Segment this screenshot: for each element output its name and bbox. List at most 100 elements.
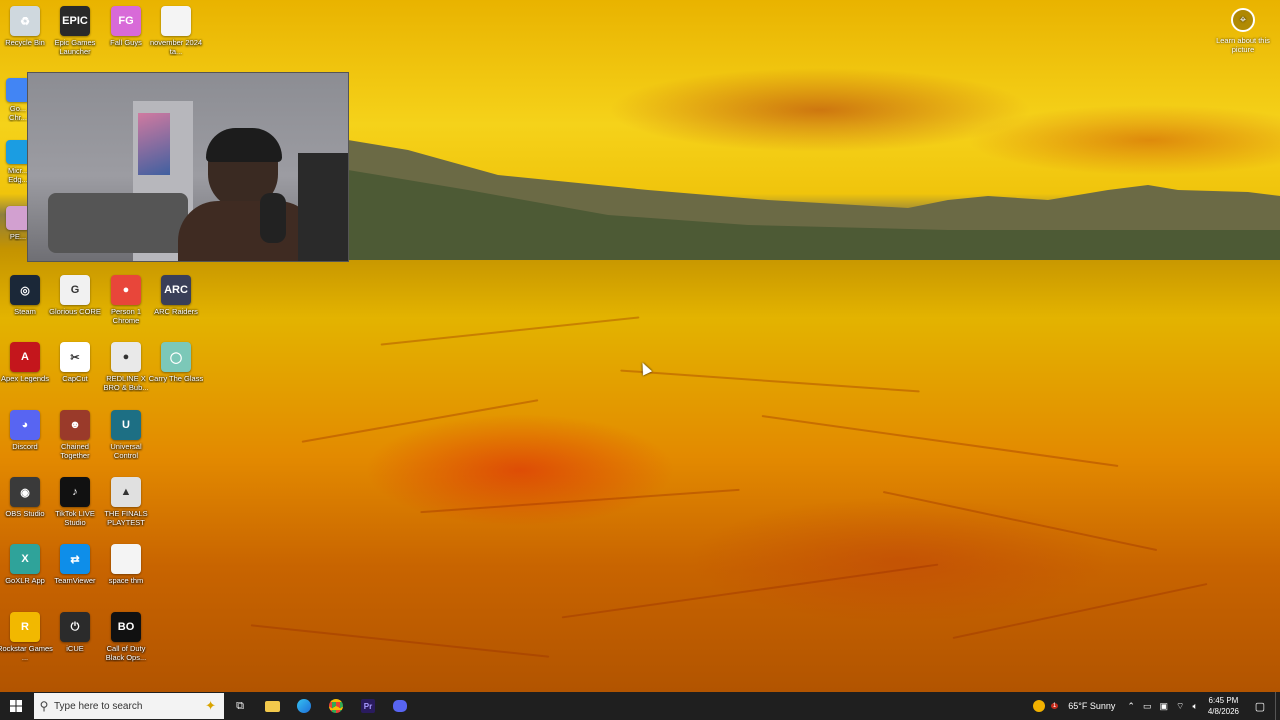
weather-text: 65°F Sunny	[1068, 701, 1116, 711]
text-file-icon	[161, 6, 191, 36]
desktop-icon[interactable]: ◎ Steam	[0, 275, 50, 339]
person-body	[178, 201, 318, 261]
desktop-icon[interactable]: ● Person 1 Chrome	[101, 275, 151, 339]
desktop-icon-label: Fall Guys	[110, 38, 142, 47]
monitor-stand	[298, 153, 348, 261]
clock-time: 6:45 PM	[1208, 696, 1239, 705]
desktop-icon[interactable]: ◉ OBS Studio	[0, 477, 50, 541]
glorious-core-icon: G	[60, 275, 90, 305]
desktop-icon-label: Glorious CORE	[49, 307, 101, 316]
desktop-icon-label: OBS Studio	[5, 509, 45, 518]
desktop-icon[interactable]: ⇄ TeamViewer	[50, 544, 100, 608]
icue-icon: ⏻	[60, 612, 90, 642]
taskbar: ⚲ Type here to search ✦ ⧉ Pr 1 65°F Sunn…	[0, 692, 1280, 720]
desktop-icon[interactable]: R Rockstar Games ...	[0, 612, 53, 676]
desktop-icon-label: REDLINE X BRO & Bub...	[103, 374, 149, 392]
desktop-icon-label: Steam	[14, 307, 36, 316]
edge-icon	[297, 699, 311, 713]
start-button[interactable]	[0, 692, 32, 720]
desktop-icon[interactable]: ✂ CapCut	[50, 342, 100, 406]
call-of-duty-icon: BO	[111, 612, 141, 642]
desktop-icon[interactable]: U Universal Control	[101, 410, 151, 474]
desktop-icon-label: Carry The Glass	[148, 374, 204, 383]
discord-taskbar-button[interactable]	[384, 692, 416, 720]
rockstar-games-icon: R	[10, 612, 40, 642]
obs-studio-icon: ◉	[10, 477, 40, 507]
premiere-pro-icon: Pr	[361, 699, 375, 713]
system-tray: 1 65°F Sunny ⌃ ▭ ▣ ⌔ 🔈︎ 6:45 PM 4/8/2026…	[1025, 692, 1280, 720]
show-desktop-button[interactable]	[1275, 692, 1280, 720]
clock-date: 4/8/2026	[1207, 707, 1239, 716]
desktop-icon[interactable]: ◕ Discord	[0, 410, 50, 474]
desktop-icon[interactable]: G Glorious CORE	[49, 275, 101, 339]
desktop-icon[interactable]: ♪ TikTok LIVE Studio	[50, 477, 100, 541]
desktop-icon[interactable]: ARC ARC Raiders	[151, 275, 201, 339]
desktop-icon-label: Universal Control	[110, 442, 142, 460]
desktop-icon[interactable]: ● REDLINE X BRO & Bub...	[101, 342, 151, 406]
chrome-person-icon: ●	[111, 275, 141, 305]
desktop-icon-label: iCUE	[66, 644, 84, 653]
camera-icon: ⌖	[1231, 8, 1255, 32]
chrome-button[interactable]	[320, 692, 352, 720]
meet-now-tray-icon[interactable]: ▣	[1159, 701, 1168, 712]
desktop-icon[interactable]: space thm	[101, 544, 151, 608]
carry-the-glass-icon: ◯	[161, 342, 191, 372]
network-tray-icon[interactable]: ▭	[1143, 701, 1152, 712]
recycle-bin-icon: ♻	[10, 6, 40, 36]
search-placeholder: Type here to search	[54, 700, 143, 712]
person-cap	[206, 128, 282, 162]
desktop-icon-label: Person 1 Chrome	[110, 307, 142, 325]
desktop-icon-label: THE FINALS PLAYTEST	[104, 509, 148, 527]
desktop-icon[interactable]: ▲ THE FINALS PLAYTEST	[101, 477, 151, 541]
taskbar-search-box[interactable]: ⚲ Type here to search ✦	[34, 693, 224, 719]
the-finals-icon: ▲	[111, 477, 141, 507]
epic-games-launcher-icon: EPIC	[60, 6, 90, 36]
desktop-icon[interactable]: BO Call of Duty Black Ops...	[101, 612, 151, 676]
wifi-icon[interactable]: ⌔	[1176, 701, 1184, 712]
learn-about-picture-label: Learn about this picture	[1216, 36, 1270, 54]
desktop-icon-label: Rockstar Games ...	[0, 644, 53, 662]
task-view-button[interactable]: ⧉	[224, 692, 256, 720]
clock[interactable]: 6:45 PM 4/8/2026	[1208, 695, 1239, 717]
steam-icon: ◎	[10, 275, 40, 305]
task-view-icon: ⧉	[236, 699, 244, 712]
desktop-icon[interactable]: X GoXLR App	[0, 544, 50, 608]
file-explorer-button[interactable]	[256, 692, 288, 720]
desktop-icon-label: ARC Raiders	[154, 307, 198, 316]
arc-raiders-icon: ARC	[161, 275, 191, 305]
webcam-overlay	[27, 72, 349, 262]
search-highlight-icon: ✦	[205, 698, 216, 713]
windows-logo-icon	[10, 700, 22, 712]
desktop-icon[interactable]: ◯ Carry The Glass	[148, 342, 204, 406]
desktop-icon-label: Epic Games Launcher	[54, 38, 96, 56]
desktop-icon[interactable]: ♻ Recycle Bin	[0, 6, 50, 70]
wall-sign	[103, 103, 137, 133]
edge-button[interactable]	[288, 692, 320, 720]
desktop-icon[interactable]: ⏻ iCUE	[50, 612, 100, 676]
redline-icon: ●	[111, 342, 141, 372]
space-file-icon	[111, 544, 141, 574]
desktop-icon-label: TeamViewer	[54, 576, 96, 585]
desktop-icon-label: Recycle Bin	[5, 38, 45, 47]
tiktok-live-studio-icon: ♪	[60, 477, 90, 507]
desktop-icon[interactable]: ☻ Chained Together	[50, 410, 100, 474]
apex-legends-icon: A	[10, 342, 40, 372]
premiere-pro-button[interactable]: Pr	[352, 692, 384, 720]
desktop-icon[interactable]: november 2024 ta...	[150, 6, 202, 70]
desktop-wallpaper[interactable]: ♻ Recycle Bin EPIC Epic Games Launcher FG Fal…	[0, 0, 1280, 692]
folder-icon	[264, 700, 280, 712]
goxlr-app-icon: X	[10, 544, 40, 574]
notification-center-icon[interactable]: ▢	[1249, 700, 1271, 713]
couch	[48, 193, 188, 253]
weather-widget[interactable]: 1 65°F Sunny	[1029, 700, 1119, 712]
show-hidden-icons-chevron-icon[interactable]: ⌃	[1127, 701, 1135, 712]
discord-icon	[393, 700, 407, 712]
learn-about-picture[interactable]: ⌖ Learn about this picture	[1216, 8, 1270, 54]
desktop-icon[interactable]: A Apex Legends	[0, 342, 50, 406]
discord-icon: ◕	[10, 410, 40, 440]
chrome-icon	[329, 699, 343, 713]
volume-icon[interactable]: 🔈︎	[1192, 701, 1197, 712]
desktop-icon[interactable]: EPIC Epic Games Launcher	[50, 6, 100, 70]
desktop-icon[interactable]: FG Fall Guys	[101, 6, 151, 70]
desktop-icon-label: Chained Together	[60, 442, 90, 460]
